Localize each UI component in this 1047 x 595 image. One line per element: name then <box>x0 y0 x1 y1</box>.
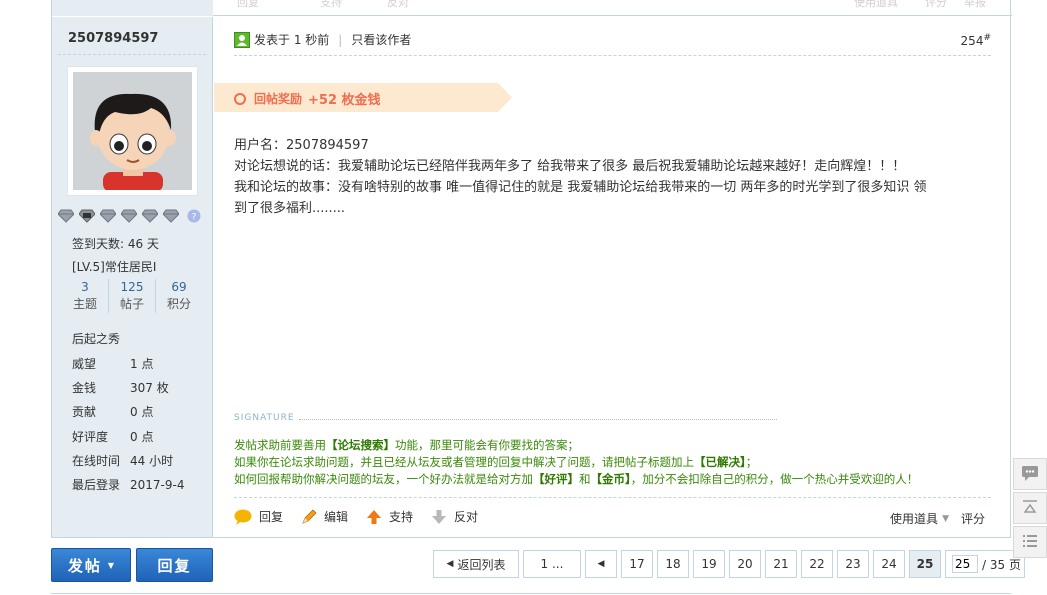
prev-rate-link[interactable]: 评分 <box>925 0 947 10</box>
post-actions: 回复 编辑 支持 反对 <box>234 508 496 525</box>
avatar-illustration <box>73 72 192 190</box>
help-icon[interactable]: ? <box>187 209 201 223</box>
rate-link[interactable]: 评分 <box>961 510 985 527</box>
post-body: 发表于 1 秒前 | 只看该作者 254# 回帖奖励 +52 枚金钱 用户名：2… <box>214 17 1011 537</box>
stat-last-login: 最后登录 2017-9-4 <box>72 478 185 492</box>
svg-text:?: ? <box>192 213 197 223</box>
reward-label: 回帖奖励 <box>254 92 303 106</box>
post-content: 用户名：2507894597 对论坛想说的话：我爱辅助论坛已经陪伴我两年多了 给… <box>234 135 994 219</box>
author-sidebar: 2507894597 ? 签到天数: 46 天 [LV.5]常住居民I 3 主题… <box>52 17 213 537</box>
prev-page-button[interactable]: ◀ <box>585 550 617 578</box>
stat-prestige: 威望 1 点 <box>72 357 154 371</box>
current-page: 25 <box>909 550 941 578</box>
divider <box>299 419 777 420</box>
content-line: 到了很多福利........ <box>234 201 346 216</box>
stat-contribution: 贡献 0 点 <box>72 405 154 419</box>
arrow-up-icon <box>366 509 382 525</box>
list-icon <box>1022 534 1038 551</box>
page-first-button[interactable]: 1 ... <box>523 550 581 578</box>
medal-row: ? <box>58 209 201 223</box>
user-counts: 3 主题 125 帖子 69 积分 <box>62 279 202 313</box>
prev-report-link[interactable]: 举报 <box>964 0 986 10</box>
prev-oppose-link[interactable]: 反对 <box>387 0 409 10</box>
prev-tools-link[interactable]: 使用道具 <box>854 0 898 10</box>
chevron-left-icon: ◀ <box>446 559 454 569</box>
reply-reward-banner: 回帖奖励 +52 枚金钱 <box>214 83 512 112</box>
support-action[interactable]: 支持 <box>366 508 413 525</box>
threads-count[interactable]: 3 主题 <box>62 279 109 313</box>
chat-bubble-icon <box>1021 465 1039 484</box>
back-to-list-button[interactable]: ◀ 返回列表 <box>433 550 519 578</box>
only-author-link[interactable]: 只看该作者 <box>351 31 411 48</box>
prev-reply-link[interactable]: 回复 <box>237 0 259 10</box>
post-meta: 发表于 1 秒前 | 只看该作者 <box>234 31 411 48</box>
speech-bubble-icon <box>234 509 252 525</box>
online-status-icon <box>234 31 250 48</box>
pagination: ◀ 返回列表 1 ... ◀ 17 18 19 20 21 22 23 24 25… <box>433 550 1025 578</box>
checkin-days: 签到天数: 46 天 <box>72 237 159 251</box>
edit-action[interactable]: 编辑 <box>301 508 348 525</box>
page-jump-input[interactable] <box>952 555 978 573</box>
floating-toolbar <box>1013 458 1047 560</box>
credits-count[interactable]: 69 积分 <box>156 279 202 313</box>
forum-search-link[interactable]: 【论坛搜索】 <box>326 438 395 452</box>
page-button[interactable]: 17 <box>621 550 653 578</box>
back-to-top-button[interactable] <box>1013 492 1047 524</box>
post-tools: 使用道具 ▼ 评分 <box>890 510 985 527</box>
page-button[interactable]: 22 <box>801 550 833 578</box>
quick-reply-button[interactable] <box>1013 458 1047 490</box>
arrow-down-icon <box>431 509 447 525</box>
post-time: 发表于 1 秒前 <box>254 33 330 47</box>
chevron-left-icon: ◀ <box>597 559 605 569</box>
page-button[interactable]: 24 <box>873 550 905 578</box>
monitor-medal-icon[interactable] <box>79 209 95 223</box>
content-line: 我和论坛的故事：没有啥特别的故事 唯一值得记住的就是 我爱辅助论坛给我带来的一切… <box>234 180 927 195</box>
pencil-icon <box>301 508 317 525</box>
page-button[interactable]: 21 <box>765 550 797 578</box>
diamond-medal-icon[interactable] <box>163 209 179 223</box>
new-post-button[interactable]: 发帖 ▼ <box>51 548 131 582</box>
stat-online-time: 在线时间 44 小时 <box>72 454 174 468</box>
page-button[interactable]: 23 <box>837 550 869 578</box>
avatar[interactable] <box>67 66 198 196</box>
page-button[interactable]: 19 <box>693 550 725 578</box>
prev-support-link[interactable]: 支持 <box>320 0 342 10</box>
page-button[interactable]: 18 <box>657 550 689 578</box>
reply-action[interactable]: 回复 <box>234 508 283 525</box>
signature-label: SIGNATURE <box>234 413 295 423</box>
page-button[interactable]: 20 <box>729 550 761 578</box>
diamond-medal-icon[interactable] <box>100 209 116 223</box>
content-line: 对论坛想说的话：我爱辅助论坛已经陪伴我两年多了 给我带来了很多 最后祝我爱辅助论… <box>234 159 906 174</box>
diamond-medal-icon[interactable] <box>58 209 74 223</box>
use-item-dropdown[interactable]: 使用道具 <box>890 510 938 527</box>
floor-number[interactable]: 254# <box>961 33 991 48</box>
chevron-down-icon: ▼ <box>107 560 115 570</box>
previous-post-footer: 回复 支持 反对 使用道具 评分 举报 <box>52 0 1012 16</box>
post-container: 回复 支持 反对 使用道具 评分 举报 2507894597 ? 签到天数: 4… <box>51 0 1012 538</box>
list-view-button[interactable] <box>1013 526 1047 558</box>
reward-amount: +52 枚金钱 <box>308 93 381 108</box>
reward-icon <box>234 92 246 105</box>
rank-title: 后起之秀 <box>72 332 121 346</box>
oppose-action[interactable]: 反对 <box>431 508 478 525</box>
diamond-medal-icon[interactable] <box>121 209 137 223</box>
divider <box>51 593 1011 594</box>
posts-count[interactable]: 125 帖子 <box>109 279 156 313</box>
reply-button[interactable]: 回复 <box>136 548 213 582</box>
stat-money: 金钱 307 枚 <box>72 381 169 395</box>
divider <box>58 54 206 55</box>
arrow-up-icon <box>1022 499 1038 517</box>
user-level[interactable]: [LV.5]常住居民I <box>72 258 156 275</box>
divider <box>234 55 991 56</box>
diamond-medal-icon[interactable] <box>142 209 158 223</box>
divider <box>234 497 991 498</box>
author-name[interactable]: 2507894597 <box>68 31 158 46</box>
signature: 发帖求助前要善用【论坛搜索】功能，那里可能会有你要找的答案； 如果你在论坛求助问… <box>234 438 919 486</box>
stat-reputation: 好评度 0 点 <box>72 430 154 444</box>
content-line: 用户名：2507894597 <box>234 138 369 153</box>
chevron-down-icon: ▼ <box>942 513 949 524</box>
